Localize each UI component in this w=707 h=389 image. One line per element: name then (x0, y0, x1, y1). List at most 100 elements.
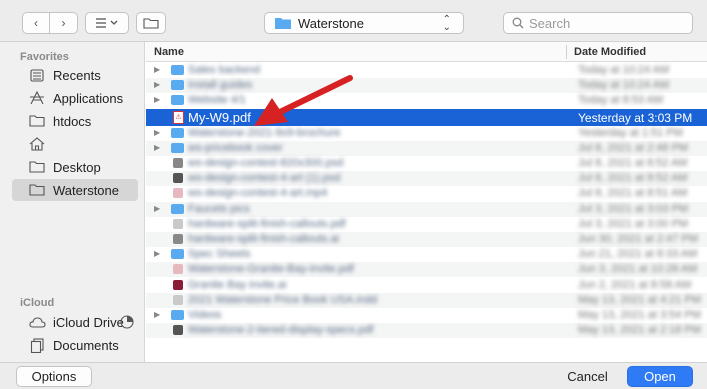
sidebar-item-applications[interactable]: Applications (12, 87, 138, 109)
file-name: Faucets pics (188, 202, 250, 215)
file-date-modified: Jul 3, 2021 at 3:03 PM (578, 202, 689, 215)
sidebar: Favorites Recents Applications htdocs De… (0, 42, 145, 362)
sidebar-item-label: Desktop (53, 159, 101, 175)
file-icon (173, 188, 183, 199)
file-date-modified: Jun 2, 2021 at 8:58 AM (578, 278, 692, 291)
folder-icon (171, 95, 184, 106)
folder-icon (171, 127, 184, 138)
list-view-icon (96, 18, 118, 28)
file-row[interactable]: ▶ Website 4/1 Today at 8:53 AM (146, 93, 707, 108)
sidebar-item-waterstone[interactable]: Waterstone (12, 179, 138, 201)
search-icon (512, 17, 524, 29)
disclosure-triangle-icon[interactable]: ▶ (154, 128, 160, 137)
file-row[interactable]: Waterstone-Granite-Bay-invite.pdf Jun 3, … (146, 262, 707, 278)
disclosure-triangle-icon[interactable]: ▶ (154, 65, 160, 74)
disclosure-triangle-icon[interactable]: ▶ (154, 95, 160, 104)
navigation-buttons: ‹ › (22, 12, 78, 34)
back-button[interactable]: ‹ (23, 13, 50, 33)
file-icon (173, 325, 183, 336)
file-row[interactable]: hardware-split-finish-callouts.ai Jun 30,… (146, 232, 707, 247)
sidebar-item-label: htdocs (53, 113, 92, 129)
progress-icon (120, 315, 134, 332)
file-row[interactable]: ▶ Waterstone-2021-9x9-brochure Yesterday a… (146, 126, 707, 141)
file-name: ws-design-contest-4-art (1).psd (188, 172, 341, 185)
folder-icon (171, 249, 184, 260)
file-row[interactable]: ws-design-contest-4-art (1).psd Jul 8, 20… (146, 171, 707, 187)
new-folder-button[interactable] (136, 12, 166, 34)
file-name: ws-pricebook cover (188, 141, 283, 154)
column-divider (566, 45, 567, 59)
file-row[interactable]: 2021 Waterstone Price Book USA.indd May 1… (146, 292, 707, 308)
file-name: ws-design-contest-4-art.mp4 (188, 187, 328, 200)
sidebar-item-label: Waterstone (53, 182, 119, 198)
disclosure-triangle-icon[interactable]: ▶ (154, 249, 160, 258)
name-column-header[interactable]: Name (154, 46, 184, 58)
file-date-modified: Jul 8, 2021 at 8:52 AM (578, 172, 688, 185)
file-date-modified: Jun 3, 2021 at 10:28 AM (578, 263, 698, 276)
file-row[interactable]: ▶ ws-pricebook cover Jul 8, 2021 at 2:48 P… (146, 140, 707, 156)
file-row[interactable]: Granite Bay invite.ai Jun 2, 2021 at 8:58… (146, 278, 707, 293)
file-row[interactable]: ▶ Spec Sheets Jun 21, 2021 at 8:33 AM (146, 247, 707, 262)
file-row[interactable]: ▶ Faucets pics Jul 3, 2021 at 3:03 PM (146, 201, 707, 217)
view-options-button[interactable] (85, 12, 129, 34)
date-modified-column-header[interactable]: Date Modified (574, 46, 646, 58)
favorites-heading: Favorites (20, 51, 69, 63)
search-placeholder: Search (529, 15, 571, 31)
file-date-modified: Jul 8, 2021 at 2:48 PM (578, 141, 689, 154)
sidebar-item-label: iCloud Drive (53, 314, 124, 330)
file-name: 2021 Waterstone Price Book USA.indd (188, 293, 378, 306)
file-row-selected[interactable]: ⚠ My-W9.pdf Yesterday at 3:03 PM (146, 108, 707, 126)
applications-icon (28, 90, 46, 106)
folder-icon (28, 159, 46, 175)
file-name: hardware-split-finish-callouts.pdf (188, 217, 346, 230)
file-row[interactable]: Waterstone-2-tiered-display-specs.pdf May… (146, 323, 707, 339)
file-name: hardware-split-finish-callouts.ai (188, 233, 340, 245)
file-date-modified: Jul 3, 2021 at 3:00 PM (578, 217, 689, 230)
disclosure-triangle-icon[interactable]: ▶ (154, 310, 160, 319)
location-popup[interactable]: Waterstone ⌃ ⌄ (264, 12, 464, 34)
disclosure-triangle-icon[interactable]: ▶ (154, 80, 160, 89)
folder-icon (171, 310, 184, 320)
folder-icon (171, 142, 184, 153)
file-row[interactable]: ▶ Videos May 13, 2021 at 3:54 PM (146, 308, 707, 323)
file-date-modified: Yesterday at 1:51 PM (578, 126, 683, 139)
disclosure-triangle-icon[interactable]: ▶ (154, 204, 160, 213)
file-name: Videos (188, 309, 222, 321)
location-label: Waterstone (298, 15, 364, 31)
file-name: Granite Bay invite.ai (188, 278, 287, 291)
file-name: Waterstone-Granite-Bay-invite.pdf (188, 263, 354, 276)
sidebar-item-recents[interactable]: Recents (12, 64, 138, 86)
file-date-modified: Jul 8, 2021 at 8:52 AM (578, 157, 688, 169)
file-name: Waterstone-2-tiered-display-specs.pdf (188, 324, 374, 337)
file-row[interactable]: ▶ Install guides Today at 10:24 AM (146, 78, 707, 94)
file-row[interactable]: hardware-split-finish-callouts.pdf Jul 3,… (146, 217, 707, 232)
file-name: Install guides (188, 79, 253, 92)
file-name: Website 4/1 (188, 94, 246, 107)
file-row[interactable]: ws-design-contest-4-art.mp4 Jul 8, 2021 a… (146, 186, 707, 201)
file-icon (173, 173, 183, 184)
cancel-button[interactable]: Cancel (555, 366, 620, 387)
file-row[interactable]: ws-design-contest-820x300.psd Jul 8, 2021… (146, 156, 707, 171)
file-date-modified: Today at 8:53 AM (578, 94, 663, 107)
search-field[interactable]: Search (503, 12, 693, 34)
sidebar-item-icloud-drive[interactable]: iCloud Drive (12, 311, 138, 333)
file-row[interactable]: ▶ Sales backend Today at 10:24 AM (146, 63, 707, 78)
file-icon (173, 218, 183, 229)
file-icon (173, 264, 183, 275)
open-button[interactable]: Open (627, 366, 693, 387)
toolbar: ‹ › Waterstone ⌃ ⌄ Search (0, 0, 707, 42)
file-date-modified: May 13, 2021 at 4:21 PM (578, 293, 701, 306)
pdf-file-icon: ⚠ (173, 110, 184, 124)
sidebar-item-htdocs[interactable]: htdocs (12, 110, 138, 132)
sidebar-item-documents[interactable]: Documents (12, 334, 138, 356)
file-list[interactable]: Name Date Modified ▶ Sales backend Today a… (146, 42, 707, 362)
file-icon (173, 158, 183, 168)
folder-icon (28, 113, 46, 129)
disclosure-triangle-icon[interactable]: ▶ (154, 143, 160, 152)
options-button[interactable]: Options (16, 366, 92, 387)
updown-chevron-icon: ⌃ ⌄ (442, 14, 451, 33)
sidebar-item-desktop[interactable]: Desktop (12, 156, 138, 178)
forward-button[interactable]: › (50, 13, 77, 33)
sidebar-item-home[interactable] (12, 133, 138, 155)
file-date-modified: Yesterday at 3:03 PM (578, 110, 693, 125)
